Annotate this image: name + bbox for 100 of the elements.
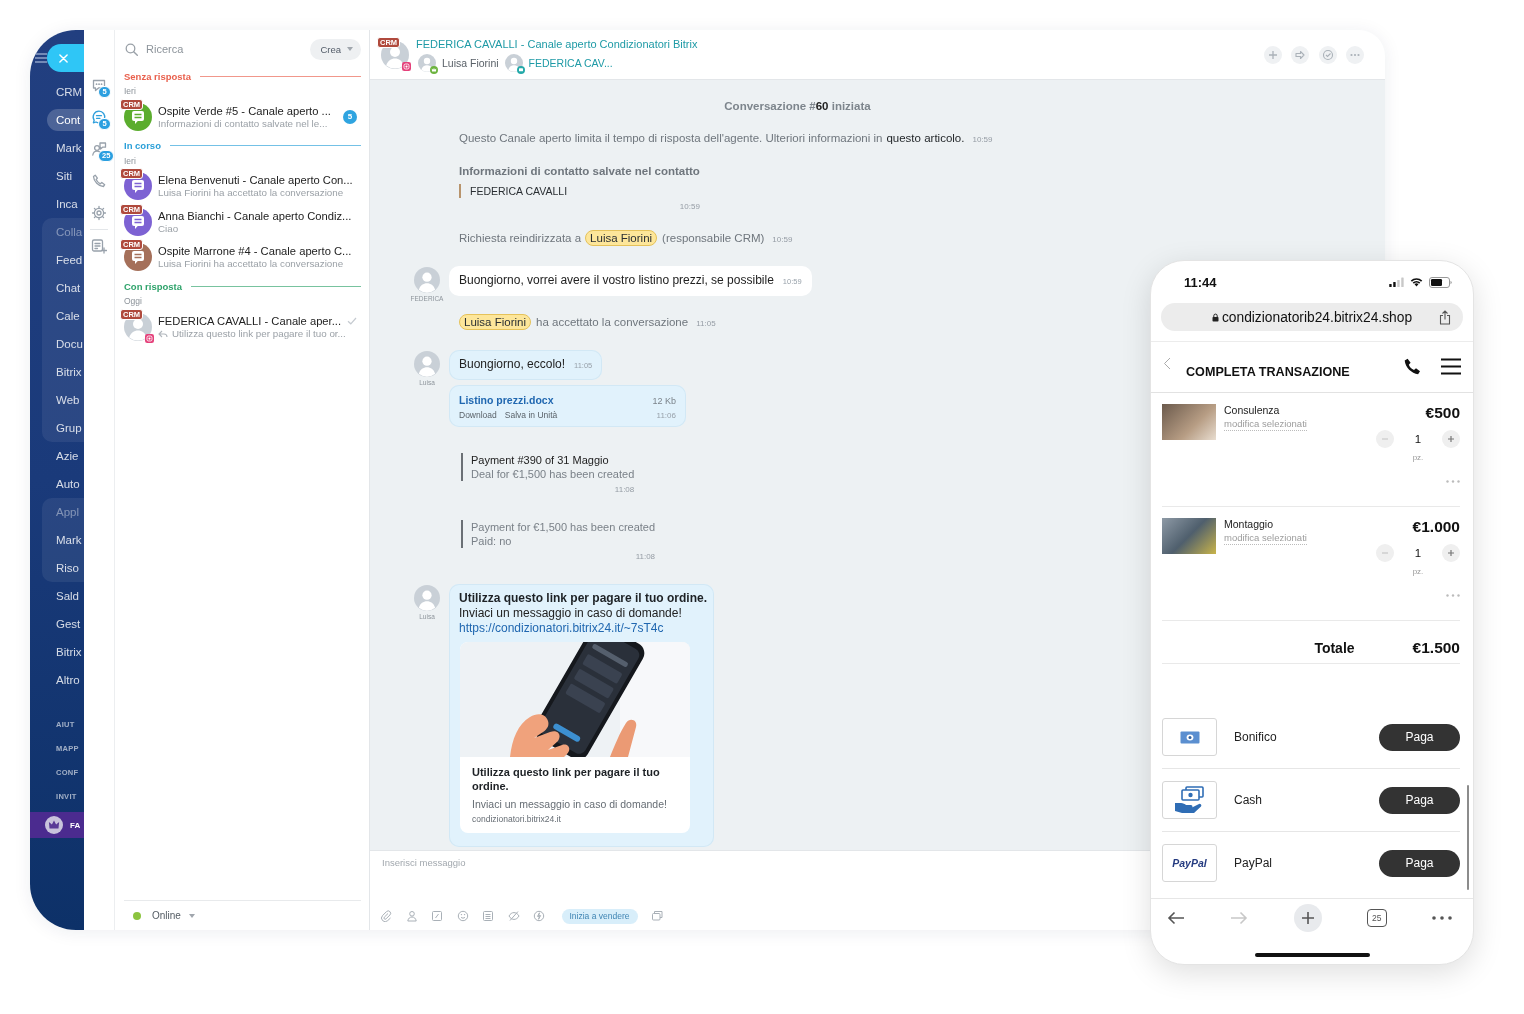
system-header: Conversazione #60 iniziata <box>724 99 871 113</box>
nav-item[interactable]: Cale <box>47 302 84 330</box>
menu-icon[interactable] <box>1441 358 1461 375</box>
payment-detail: Deal for €1,500 has been created <box>471 467 635 481</box>
chat-title: FEDERICA CAVALLI - Canale aperto Condizionatori Bitrix <box>416 37 698 51</box>
message-time: 11:05 <box>696 319 716 328</box>
address-bar[interactable]: condizionatorib24.bitrix24.shop <box>1161 303 1463 331</box>
promo-label: FA <box>70 820 81 830</box>
settings-icon[interactable] <box>91 205 107 221</box>
file-link[interactable]: Listino prezzi.docx <box>459 393 554 407</box>
user-mention[interactable]: Luisa Fiorini <box>585 230 658 246</box>
unit-label: pz. <box>1412 567 1424 577</box>
list-icon[interactable] <box>482 910 494 922</box>
message-time: 11:06 <box>656 411 676 420</box>
nav-item[interactable]: Gest <box>47 610 84 638</box>
payment-method-name: Bonifico <box>1234 730 1277 744</box>
phone-icon[interactable] <box>1404 358 1421 375</box>
file-action[interactable]: Download <box>459 409 497 421</box>
message-text: Inviaci un messaggio in caso di domande! <box>459 606 682 621</box>
copy-icon[interactable] <box>651 910 663 922</box>
decrease-button[interactable] <box>1376 544 1394 562</box>
message-input[interactable]: Inserisci messaggio <box>380 857 1120 883</box>
nav-item[interactable]: Docu <box>47 330 84 358</box>
nav-item[interactable]: Feed <box>47 246 84 274</box>
decrease-button[interactable] <box>1376 430 1394 448</box>
nav-item[interactable]: Web <box>47 386 84 414</box>
product-name: Montaggio <box>1224 518 1274 531</box>
battery-icon <box>1429 276 1452 288</box>
chat-title: Ospite Verde #5 - Canale aperto ... <box>158 103 332 118</box>
lightning-icon[interactable] <box>533 910 545 922</box>
search-field[interactable]: Ricerca <box>146 41 256 57</box>
cash-in-hand-icon <box>1162 781 1217 819</box>
file-action[interactable]: Salva in Unità <box>504 409 558 421</box>
more-icon[interactable] <box>1432 915 1452 920</box>
nav-item[interactable]: Riso <box>47 554 84 582</box>
status-dropdown[interactable]: Online <box>133 910 195 921</box>
avatar-icon <box>414 585 440 611</box>
create-button[interactable]: Crea <box>310 38 361 60</box>
nav-item[interactable]: CRM <box>47 78 84 106</box>
eye-off-icon[interactable] <box>507 910 520 922</box>
payment-link[interactable]: https://condizionatori.bitrix24.it/~7sT4c <box>459 621 664 636</box>
slash-square-icon[interactable] <box>431 910 443 922</box>
signal-icon <box>1389 277 1404 287</box>
quantity-value: 1 <box>1414 433 1422 445</box>
smiley-icon[interactable] <box>456 910 469 922</box>
nav-item[interactable]: Mark <box>47 134 84 162</box>
nav-item[interactable]: Auto <box>47 470 84 498</box>
start-selling-button[interactable]: Inizia a vendere <box>561 908 638 924</box>
user-mention[interactable]: Luisa Fiorini <box>459 314 531 330</box>
nav-item[interactable]: Sald <box>47 582 84 610</box>
person-icon[interactable] <box>405 910 418 922</box>
scrollbar[interactable] <box>1467 785 1469 890</box>
add-icon[interactable] <box>1263 45 1282 64</box>
message-time: 11:08 <box>635 552 656 562</box>
page-title: COMPLETA TRANSAZIONE <box>1186 365 1350 380</box>
pay-button[interactable]: Paga <box>1379 849 1460 877</box>
nav-item[interactable]: Azie <box>47 442 84 470</box>
chat-title: Elena Benvenuti - Canale aperto Con... <box>158 173 354 188</box>
caret-icon <box>347 47 353 51</box>
chat-bubble-icon[interactable] <box>91 77 107 93</box>
nav-item[interactable]: Altro <box>47 666 84 694</box>
promo-banner[interactable]: FA <box>30 812 84 838</box>
participant-name[interactable]: FEDERICA CAV... <box>528 57 613 69</box>
close-button[interactable] <box>47 44 84 72</box>
date-label: Ieri <box>124 85 137 97</box>
note-plus-icon[interactable] <box>91 238 107 254</box>
link-preview-card[interactable]: Utilizza questo link per pagare il tuo ordine. Inviaci un messaggio in caso di domande! condizionatori.bitrix24.it <box>460 642 690 833</box>
nav-item[interactable]: Inca <box>47 190 84 218</box>
nav-item[interactable]: Mark <box>47 526 84 554</box>
date-label: Ieri <box>124 154 137 167</box>
nav-item[interactable]: Bitrix <box>47 358 84 386</box>
increase-button[interactable] <box>1442 430 1460 448</box>
nav-item[interactable]: Grup <box>47 414 84 442</box>
forward-icon[interactable] <box>1291 45 1309 64</box>
back-arrow-icon[interactable] <box>1167 910 1185 925</box>
section-title: Senza risposta <box>124 70 192 82</box>
pay-button[interactable]: Paga <box>1379 786 1460 814</box>
unit-label: pz. <box>1412 453 1424 463</box>
payment-detail: Paid: no <box>471 534 513 548</box>
message-time: 10:59 <box>679 202 700 212</box>
nav-item[interactable]: Siti <box>47 162 84 190</box>
check-circle-icon[interactable] <box>1318 45 1337 64</box>
photo-placeholder <box>1162 518 1216 554</box>
plus-circle-icon[interactable] <box>1293 903 1322 932</box>
unread-badge: 5 <box>343 109 357 124</box>
participant-name[interactable]: Luisa Fiorini <box>442 57 499 69</box>
tabs-button[interactable]: 25 <box>1366 908 1387 927</box>
nav-item[interactable]: Bitrix <box>47 638 84 666</box>
chat-list-icon[interactable] <box>91 109 107 125</box>
nav-item[interactable]: Chat <box>47 274 84 302</box>
file-size: 12 Kb <box>652 396 676 406</box>
increase-button[interactable] <box>1442 544 1460 562</box>
camera-icon <box>402 61 411 71</box>
share-icon[interactable] <box>1439 309 1451 325</box>
paperclip-icon[interactable] <box>380 910 392 922</box>
article-link[interactable]: questo articolo. <box>886 132 965 144</box>
nav-item[interactable]: Cont <box>47 109 84 131</box>
pay-button[interactable]: Paga <box>1379 723 1460 751</box>
system-message: Questo Canale aperto limita il tempo di risposta dell'agente. Ulteriori informazioni in questo articolo. <box>459 131 965 146</box>
chevron-left-icon[interactable] <box>1163 357 1171 370</box>
